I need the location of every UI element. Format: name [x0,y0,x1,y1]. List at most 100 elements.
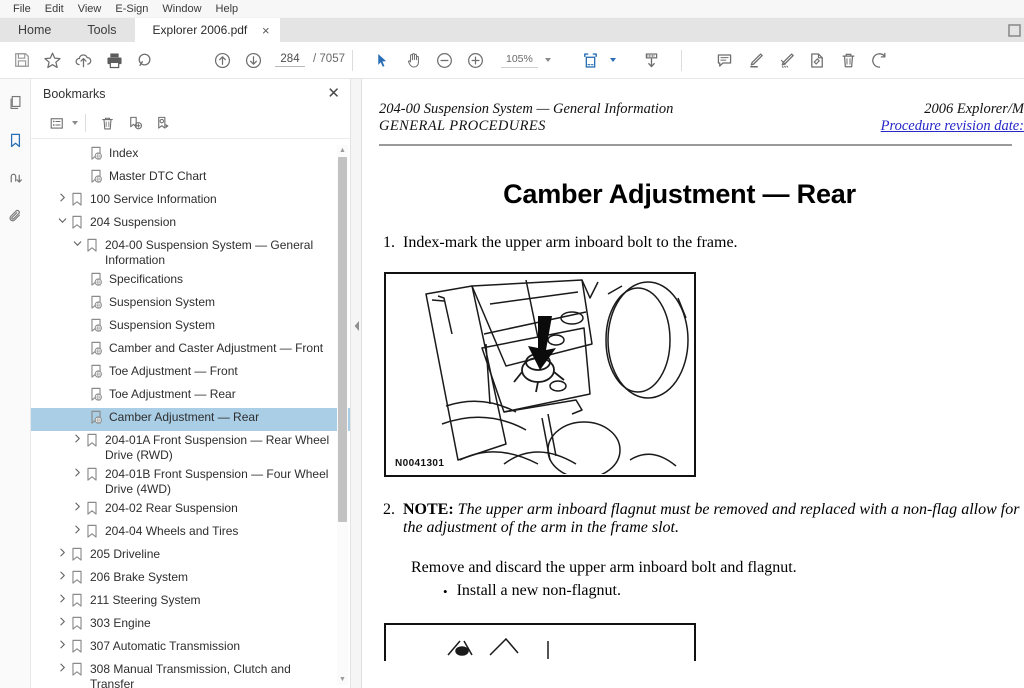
menu-help[interactable]: Help [209,0,246,18]
bookmark-item[interactable]: Suspension System [31,293,350,316]
panel-splitter[interactable] [351,79,362,688]
menu-esign[interactable]: E-Sign [108,0,155,18]
document-viewer[interactable]: 204-00 Suspension System — General Infor… [362,79,1024,688]
sidebar-item-attachments[interactable] [0,200,31,238]
bookmark-item[interactable]: 206 Brake System [31,568,350,591]
chevron-right-icon[interactable] [55,593,70,603]
bookmark-item[interactable]: Toe Adjustment — Rear [31,385,350,408]
zoom-out-icon[interactable] [429,45,460,76]
cloud-upload-icon[interactable] [68,45,99,76]
hand-tool-icon[interactable] [398,45,429,76]
zoom-control[interactable]: 105% [501,52,551,68]
bookmark-item[interactable]: 303 Engine [31,614,350,637]
menu-window[interactable]: Window [155,0,208,18]
bookmarks-scrollbar[interactable]: ▲ ▼ [337,145,348,685]
chevron-right-icon[interactable] [70,524,85,534]
collapse-panel-arrow-icon[interactable] [352,315,361,337]
scroll-down-icon[interactable]: ▼ [337,674,348,685]
signature-arrow-icon [7,170,24,192]
web-bookmark-icon [89,387,109,406]
tab-label: Explorer 2006.pdf [152,23,248,37]
search-icon[interactable] [130,45,161,76]
zoom-level-value[interactable]: 105% [501,52,538,68]
comment-icon[interactable] [709,45,740,76]
menu-file[interactable]: File [6,0,38,18]
bookmark-label: 307 Automatic Transmission [90,639,241,653]
chevron-right-icon[interactable] [55,570,70,580]
chevron-right-icon[interactable] [55,639,70,649]
print-icon[interactable] [99,45,130,76]
bookmark-item[interactable]: 204-00 Suspension System — General Infor… [31,236,350,270]
scrollbar-thumb[interactable] [338,157,347,522]
bookmark-options-icon[interactable] [43,111,71,136]
chevron-right-icon[interactable] [70,467,85,477]
undo-icon[interactable] [864,45,895,76]
bookmark-item[interactable]: Specifications [31,270,350,293]
bookmark-item[interactable]: 308 Manual Transmission, Clutch and Tran… [31,660,350,688]
stamp-icon[interactable] [802,45,833,76]
bookmark-item[interactable]: 204-01A Front Suspension — Rear Wheel Dr… [31,431,350,465]
bookmark-item[interactable]: 307 Automatic Transmission [31,637,350,660]
sidebar-item-bookmarks[interactable] [0,124,31,162]
sidebar-item-page-thumbnails[interactable] [0,86,31,124]
tab-explorer-2006-pdf[interactable]: Explorer 2006.pdf × [134,18,280,42]
highlight-pen-icon[interactable] [740,45,771,76]
header-revision-link[interactable]: Procedure revision date: [881,118,1024,135]
bookmark-item[interactable]: Suspension System [31,316,350,339]
sidebar-item-signatures[interactable] [0,162,31,200]
chevron-right-icon[interactable] [55,616,70,626]
menu-view[interactable]: View [71,0,109,18]
scroll-mode-icon[interactable] [636,45,667,76]
bookmark-item[interactable]: Camber and Caster Adjustment — Front [31,339,350,362]
chevron-right-icon[interactable] [55,662,70,672]
bookmark-item[interactable]: Index [31,144,350,167]
chevron-right-icon[interactable] [55,192,70,202]
bookmark-item[interactable]: 204-04 Wheels and Tires [31,522,350,545]
next-page-icon[interactable] [238,45,269,76]
bookmark-item[interactable]: 204-01B Front Suspension — Four Wheel Dr… [31,465,350,499]
scroll-up-icon[interactable]: ▲ [337,145,348,156]
star-icon[interactable] [37,45,68,76]
chevron-right-icon[interactable] [70,501,85,511]
web-bookmark-icon [89,318,109,337]
technical-illustration [425,279,689,475]
fit-page-icon[interactable] [575,45,606,76]
page-number-input[interactable] [275,53,305,67]
chevron-right-icon[interactable] [55,547,70,557]
bookmark-item[interactable]: Camber Adjustment — Rear [31,408,350,431]
bookmark-label: 308 Manual Transmission, Clutch and Tran… [90,662,291,688]
chevron-down-icon[interactable] [70,238,85,248]
home-button[interactable]: Home [0,18,69,42]
bookmark-destination-icon[interactable] [149,111,177,136]
draw-pen-icon[interactable] [771,45,802,76]
previous-page-icon[interactable] [207,45,238,76]
header-section-title: 204-00 Suspension System — General Infor… [379,101,674,117]
chevron-down-icon[interactable] [55,215,70,225]
window-restore-icon[interactable] [1006,22,1022,38]
close-icon[interactable]: ✕ [327,86,340,101]
delete-bookmark-icon[interactable] [93,111,121,136]
menu-edit[interactable]: Edit [38,0,71,18]
chevron-down-icon[interactable] [544,58,551,62]
note-label: NOTE: [403,501,454,518]
zoom-in-icon[interactable] [460,45,491,76]
bookmark-label: Master DTC Chart [109,169,207,183]
bookmark-item[interactable]: Master DTC Chart [31,167,350,190]
save-icon[interactable] [6,45,37,76]
select-tool-icon[interactable] [367,45,398,76]
bookmark-options-chevron-down-icon[interactable] [72,121,78,125]
bookmark-item[interactable]: 205 Driveline [31,545,350,568]
figure-second-illustration [384,623,696,661]
fit-page-chevron-down-icon[interactable] [609,58,616,62]
bookmark-item[interactable]: 204-02 Rear Suspension [31,499,350,522]
tools-button[interactable]: Tools [69,18,134,42]
bookmark-item[interactable]: 100 Service Information [31,190,350,213]
trash-icon[interactable] [833,45,864,76]
bookmark-item[interactable]: 204 Suspension [31,213,350,236]
bookmark-item[interactable]: Toe Adjustment — Front [31,362,350,385]
close-icon[interactable]: × [262,24,270,37]
bookmarks-tree[interactable]: Index Master DTC Chart 100 Service Informa… [31,139,350,688]
chevron-right-icon[interactable] [70,433,85,443]
new-bookmark-icon[interactable] [121,111,149,136]
bookmark-item[interactable]: 211 Steering System [31,591,350,614]
